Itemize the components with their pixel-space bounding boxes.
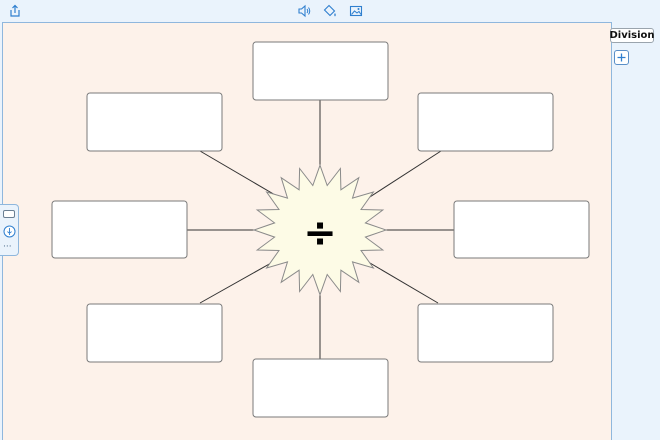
text-box-bottom[interactable]: [252, 358, 389, 418]
plus-icon: [617, 53, 626, 62]
division-symbol: ÷: [303, 210, 337, 256]
division-web-diagram: ÷: [51, 41, 590, 418]
text-box-bottom-left[interactable]: [86, 303, 223, 363]
text-box-top-left[interactable]: [86, 92, 223, 152]
record-tool-icon[interactable]: [3, 225, 16, 238]
shape-tool-icon[interactable]: [3, 210, 15, 218]
spoke-top-right: [358, 150, 442, 205]
tab-division[interactable]: Division: [609, 28, 655, 43]
left-tool-strip: ···: [0, 204, 19, 256]
text-box-top[interactable]: [252, 41, 389, 101]
tab-division-label: Division: [609, 30, 655, 41]
add-button[interactable]: [614, 50, 629, 65]
text-box-right[interactable]: [453, 200, 590, 259]
text-box-left[interactable]: [51, 200, 188, 259]
text-box-top-right[interactable]: [417, 92, 554, 152]
spoke-top-left: [199, 150, 283, 200]
more-tools-icon[interactable]: ···: [3, 242, 12, 252]
spoke-bottom-left: [199, 257, 281, 304]
text-box-bottom-right[interactable]: [417, 303, 554, 363]
